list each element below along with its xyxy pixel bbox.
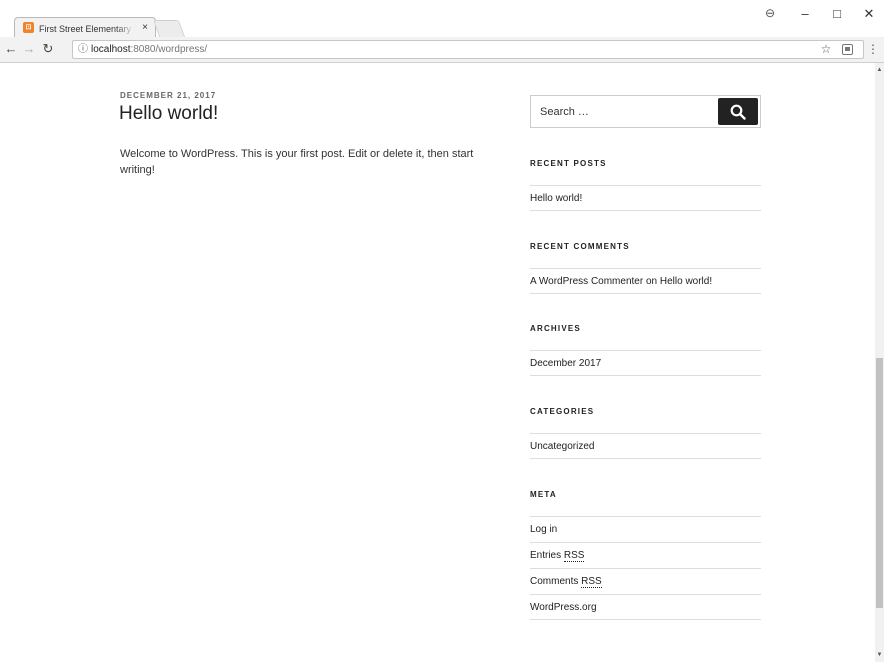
scroll-up-icon[interactable]: ▲ — [875, 65, 884, 75]
address-bar[interactable]: ⓘ localhost:8080/wordpress/ ☆ — [72, 40, 864, 59]
archive-link[interactable]: December 2017 — [530, 350, 761, 376]
search-input[interactable] — [532, 97, 717, 126]
scrollbar-thumb[interactable] — [876, 358, 883, 608]
back-icon[interactable]: ← — [3, 41, 19, 57]
widget-title-meta: META — [530, 490, 557, 499]
rss-abbr: RSS — [581, 576, 602, 588]
minimize-icon[interactable]: – — [796, 6, 814, 22]
meta-comments-rss-link[interactable]: Comments RSS — [530, 568, 761, 594]
browser-tab[interactable]: ⊡ First Street Elementary Sc × — [14, 17, 156, 39]
search-icon — [730, 104, 746, 120]
info-icon[interactable]: ⓘ — [78, 43, 90, 56]
comments-label: Comments — [530, 576, 582, 587]
comment-post-link[interactable]: Hello world! — [660, 276, 712, 287]
url-text[interactable]: localhost:8080/wordpress/ — [91, 41, 207, 58]
recent-post-link[interactable]: Hello world! — [530, 185, 761, 211]
meta-entries-rss-link[interactable]: Entries RSS — [530, 542, 761, 568]
comment-on-text: on — [643, 276, 660, 287]
search-form — [530, 95, 761, 128]
recent-comment-item: A WordPress Commenter on Hello world! — [530, 268, 761, 294]
post-content: Welcome to WordPress. This is your first… — [120, 148, 474, 176]
tab-close-icon[interactable]: × — [139, 21, 151, 35]
rss-abbr: RSS — [563, 550, 585, 562]
search-button[interactable] — [718, 98, 758, 125]
entries-label: Entries — [530, 550, 564, 561]
browser-toolbar: ← → ↻ ⓘ localhost:8080/wordpress/ ☆ ⋮ — [0, 37, 884, 63]
post-date[interactable]: DECEMBER 21, 2017 — [120, 91, 216, 100]
new-tab-button[interactable] — [152, 20, 186, 37]
reload-icon[interactable]: ↻ — [40, 41, 56, 57]
widget-title-categories: CATEGORIES — [530, 407, 595, 416]
meta-wordpress-org-link[interactable]: WordPress.org — [530, 594, 761, 620]
widget-title-recent-posts: RECENT POSTS — [530, 159, 607, 168]
close-window-icon[interactable]: ✕ — [860, 6, 878, 22]
category-link[interactable]: Uncategorized — [530, 433, 761, 459]
widget-title-archives: ARCHIVES — [530, 324, 581, 333]
tab-title: First Street Elementary Sc — [39, 24, 135, 34]
browser-titlebar: ⊡ First Street Elementary Sc × ⊖ – □ ✕ — [0, 0, 884, 39]
kebab-menu-icon[interactable]: ⋮ — [867, 41, 879, 57]
meta-login-link[interactable]: Log in — [530, 516, 761, 542]
scroll-down-icon[interactable]: ▼ — [875, 650, 884, 660]
page-scrollbar[interactable]: ▲ ▼ — [875, 63, 884, 662]
maximize-icon[interactable]: □ — [828, 6, 846, 22]
account-icon[interactable]: ⊖ — [763, 6, 777, 20]
forward-icon[interactable]: → — [21, 41, 37, 57]
site-favicon-icon: ⊡ — [23, 22, 34, 33]
extension-icon[interactable] — [842, 44, 853, 55]
comment-author-link[interactable]: A WordPress Commenter — [530, 276, 643, 287]
widget-title-recent-comments: RECENT COMMENTS — [530, 242, 630, 251]
post-title[interactable]: Hello world! — [119, 103, 218, 125]
star-icon[interactable]: ☆ — [819, 42, 833, 57]
